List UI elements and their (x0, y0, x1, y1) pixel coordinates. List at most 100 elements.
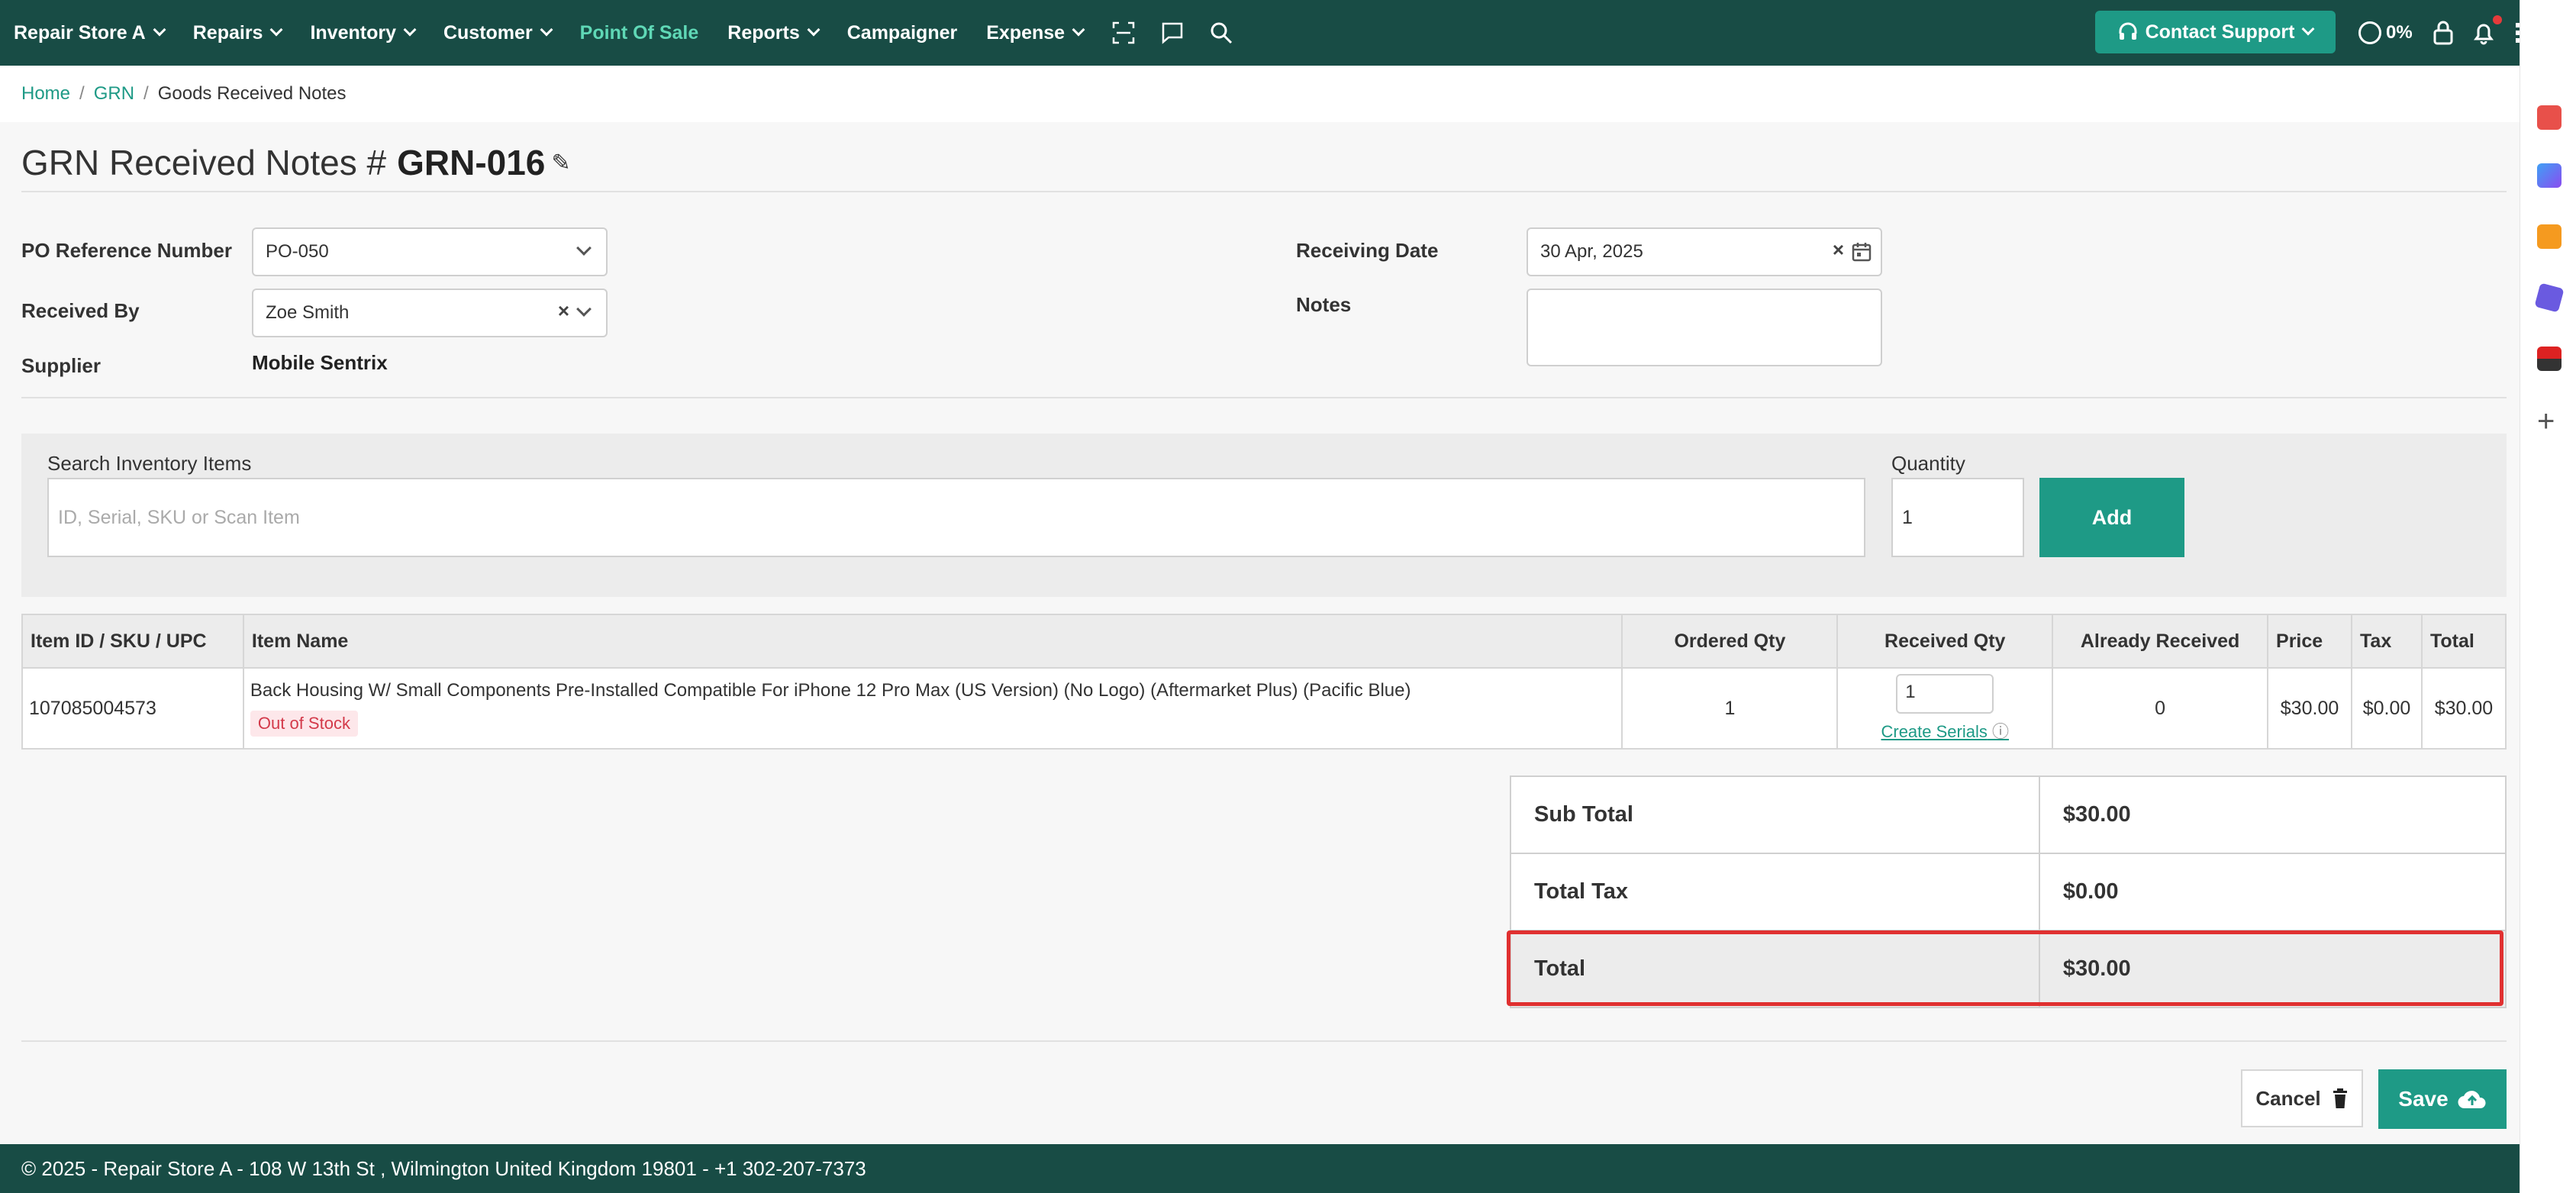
browser-side-rail: + (2520, 0, 2576, 1193)
shapes-icon[interactable] (2534, 282, 2565, 313)
chevron-down-icon (269, 23, 283, 37)
item-name: Back Housing W/ Small Components Pre-Ins… (250, 680, 1411, 701)
grn-number: GRN-016 (397, 143, 546, 182)
lock-icon[interactable] (2433, 21, 2454, 45)
quantity-input[interactable]: 1 (1891, 478, 2024, 557)
chevron-down-icon (540, 23, 553, 37)
plus-icon[interactable]: + (2537, 406, 2555, 437)
search-inventory-input[interactable]: ID, Serial, SKU or Scan Item (47, 478, 1865, 557)
item-id: 107085004573 (21, 667, 244, 750)
subtotal-value: $30.00 (2038, 775, 2507, 854)
calendar-icon[interactable] (1852, 242, 1872, 262)
col-already-received: Already Received (2052, 614, 2269, 669)
chevron-down-icon (153, 23, 166, 37)
edit-pencil-icon[interactable]: ✎ (551, 150, 570, 176)
store-switcher[interactable]: Repair Store A (14, 22, 166, 44)
quantity-label: Quantity (1891, 452, 1965, 475)
chevron-down-icon (576, 301, 592, 317)
search-inventory-label: Search Inventory Items (47, 452, 252, 475)
divider (21, 191, 2507, 192)
supplier-value: Mobile Sentrix (252, 351, 388, 374)
gift-icon[interactable] (2537, 105, 2561, 130)
clear-date-icon[interactable]: × (1833, 238, 1844, 262)
chevron-down-icon (1072, 23, 1085, 37)
chevron-down-icon (807, 23, 821, 37)
receiving-date-input[interactable]: 30 Apr, 2025 × (1527, 227, 1882, 276)
nav-repairs[interactable]: Repairs (193, 22, 283, 44)
total-tax-value: $0.00 (2038, 853, 2507, 931)
tax: $0.00 (2351, 667, 2423, 750)
notes-textarea[interactable] (1527, 289, 1882, 366)
supplier-label: Supplier (21, 354, 102, 377)
breadcrumb-current: Goods Received Notes (157, 83, 347, 104)
chevron-down-icon (2301, 22, 2315, 36)
po-reference-label: PO Reference Number (21, 239, 232, 262)
price: $30.00 (2267, 667, 2352, 750)
col-price: Price (2267, 614, 2352, 669)
clear-icon[interactable]: × (558, 299, 569, 323)
subtotal-label: Sub Total (1510, 775, 2040, 854)
create-serials-link[interactable]: Create Serials ⓘ (1838, 718, 2052, 743)
bell-icon[interactable] (2472, 21, 2495, 45)
stock-badge: Out of Stock (250, 711, 358, 737)
nav-customer[interactable]: Customer (443, 22, 553, 44)
chevron-down-icon (403, 23, 417, 37)
wallet-icon[interactable] (2537, 347, 2561, 371)
cancel-button[interactable]: Cancel (2241, 1069, 2363, 1127)
table-row: 107085004573 Back Housing W/ Small Compo… (21, 667, 2507, 750)
info-icon: ⓘ (1992, 722, 2010, 741)
item-name-cell: Back Housing W/ Small Components Pre-Ins… (242, 667, 1623, 750)
po-reference-select[interactable]: PO-050 (252, 227, 608, 276)
nav-reports[interactable]: Reports (727, 22, 821, 44)
received-by-label: Received By (21, 299, 140, 322)
subtotal-row: Sub Total $30.00 (1510, 775, 2507, 854)
cloud-upload-icon (2458, 1091, 2486, 1109)
chat-icon[interactable] (1161, 21, 1184, 44)
chevron-down-icon (576, 240, 592, 256)
col-ordered-qty: Ordered Qty (1621, 614, 1839, 669)
received-qty-cell: 1 Create Serials ⓘ (1836, 667, 2054, 750)
received-by-select[interactable]: Zoe Smith × (252, 289, 608, 337)
contact-support-button[interactable]: Contact Support (2095, 11, 2336, 53)
nav-expense[interactable]: Expense (986, 22, 1085, 44)
items-table: Item ID / SKU / UPC Item Name Ordered Qt… (21, 614, 2507, 750)
col-tax: Tax (2351, 614, 2423, 669)
total-tax-label: Total Tax (1510, 853, 2040, 931)
table-header-row: Item ID / SKU / UPC Item Name Ordered Qt… (21, 614, 2507, 669)
breadcrumb-grn[interactable]: GRN (94, 83, 134, 105)
breadcrumb-separator: / (143, 83, 149, 104)
highlight-box (1507, 930, 2503, 1006)
nav-inventory[interactable]: Inventory (310, 22, 417, 44)
col-item-id: Item ID / SKU / UPC (21, 614, 244, 669)
add-item-button[interactable]: Add (2039, 478, 2184, 557)
progress-circle-icon (2358, 21, 2381, 44)
trash-icon (2333, 1088, 2347, 1108)
search-icon[interactable] (1210, 21, 1233, 44)
progress-percent: 0% (2386, 22, 2413, 43)
headset-icon (2119, 22, 2137, 40)
col-item-name: Item Name (242, 614, 1623, 669)
already-received: 0 (2052, 667, 2269, 750)
breadcrumb-separator: / (79, 83, 85, 104)
notification-dot (2493, 15, 2502, 24)
col-received-qty: Received Qty (1836, 614, 2054, 669)
top-right-tools: 0% (2358, 0, 2536, 66)
save-button[interactable]: Save (2378, 1069, 2507, 1129)
breadcrumb: Home / GRN / Goods Received Notes (0, 66, 2520, 122)
page-title: GRN Received Notes # GRN-016 ✎ (21, 143, 571, 182)
nav-point-of-sale[interactable]: Point Of Sale (580, 22, 699, 44)
col-total: Total (2420, 614, 2507, 669)
received-qty-input[interactable]: 1 (1896, 674, 1994, 714)
scan-icon[interactable] (1112, 21, 1135, 44)
chat-app-icon[interactable] (2537, 163, 2561, 188)
notes-label: Notes (1296, 293, 1352, 316)
receiving-date-label: Receiving Date (1296, 239, 1439, 262)
nav-campaigner[interactable]: Campaigner (847, 22, 957, 44)
sticky-note-icon[interactable] (2537, 224, 2561, 249)
breadcrumb-home[interactable]: Home (21, 83, 70, 105)
row-total: $30.00 (2420, 667, 2507, 750)
divider (21, 397, 2507, 398)
ordered-qty: 1 (1621, 667, 1839, 750)
total-tax-row: Total Tax $0.00 (1510, 853, 2507, 931)
footer-text: © 2025 - Repair Store A - 108 W 13th St … (21, 1156, 866, 1180)
